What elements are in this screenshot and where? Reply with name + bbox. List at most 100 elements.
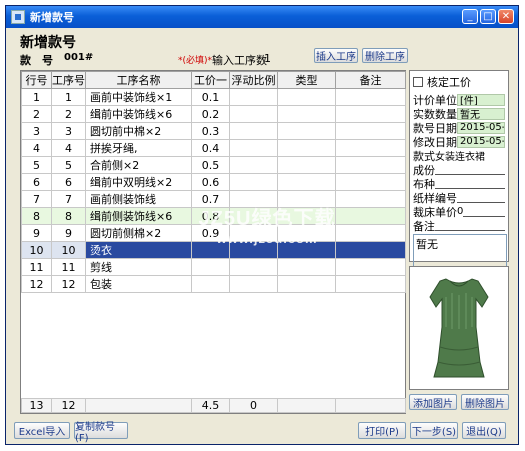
process-number[interactable]: 12 xyxy=(51,275,86,293)
col-header[interactable]: 浮动比例 xyxy=(229,71,278,89)
process-number[interactable]: 11 xyxy=(51,258,86,276)
process-price[interactable]: 0.6 xyxy=(191,173,230,191)
process-price[interactable]: 0.4 xyxy=(191,139,230,157)
process-name[interactable]: 剪线 xyxy=(85,258,192,276)
process-type[interactable] xyxy=(277,139,336,157)
col-header[interactable]: 工序名称 xyxy=(85,71,192,89)
float-ratio[interactable] xyxy=(229,156,278,174)
process-number[interactable]: 1 xyxy=(51,88,86,106)
unit-field[interactable]: [件] xyxy=(457,93,505,106)
product-photo xyxy=(409,266,509,390)
modify-date-field[interactable]: 2015-05-21 xyxy=(457,135,505,148)
table-row[interactable]: 11 11 剪线 xyxy=(21,258,406,276)
table-row[interactable]: 2 2 缉前中装饰线×6 0.2 xyxy=(21,105,406,123)
excel-import-button[interactable]: Excel导入 xyxy=(14,422,70,439)
float-ratio[interactable] xyxy=(229,122,278,140)
float-ratio[interactable] xyxy=(229,88,278,106)
print-button[interactable]: 打印(P) xyxy=(358,422,406,439)
col-header[interactable]: 类型 xyxy=(277,71,336,89)
process-note[interactable] xyxy=(335,88,406,106)
process-type[interactable] xyxy=(277,258,336,276)
process-name[interactable]: 烫衣 xyxy=(85,241,192,259)
process-note[interactable] xyxy=(335,258,406,276)
copy-style-button[interactable]: 复制款号(F) xyxy=(74,422,128,444)
process-note[interactable] xyxy=(335,156,406,174)
table-row[interactable]: 3 3 圆切前中棉×2 0.3 xyxy=(21,122,406,140)
process-note[interactable] xyxy=(335,122,406,140)
process-price[interactable]: 0.5 xyxy=(191,156,230,174)
process-name[interactable]: 画前侧装饰线 xyxy=(85,190,192,208)
process-name[interactable]: 画前中装饰线×1 xyxy=(85,88,192,106)
process-type[interactable] xyxy=(277,88,336,106)
process-number[interactable]: 10 xyxy=(51,241,86,259)
approved-price-checkbox[interactable] xyxy=(413,77,423,87)
process-name[interactable]: 缉前中双明线×2 xyxy=(85,173,192,191)
process-type[interactable] xyxy=(277,173,336,191)
float-ratio[interactable] xyxy=(229,173,278,191)
process-number[interactable]: 5 xyxy=(51,156,86,174)
row-number: 7 xyxy=(21,190,52,208)
style-field[interactable]: 女装连衣裙 xyxy=(435,148,485,163)
process-name[interactable]: 圆切前侧棉×2 xyxy=(85,224,192,242)
style-code-value[interactable]: 001# xyxy=(64,52,93,63)
process-price[interactable] xyxy=(191,258,230,276)
process-number[interactable]: 9 xyxy=(51,224,86,242)
process-number[interactable]: 7 xyxy=(51,190,86,208)
float-ratio[interactable] xyxy=(229,139,278,157)
process-name[interactable]: 缉前侧装饰线×6 xyxy=(85,207,192,225)
float-ratio[interactable] xyxy=(229,105,278,123)
process-name[interactable]: 合前侧×2 xyxy=(85,156,192,174)
process-type[interactable] xyxy=(277,105,336,123)
process-number[interactable]: 2 xyxy=(51,105,86,123)
process-type[interactable] xyxy=(277,156,336,174)
title-bar[interactable]: 新增款号 _ □ ✕ xyxy=(6,6,518,28)
composition-field[interactable] xyxy=(435,164,505,175)
process-number[interactable]: 6 xyxy=(51,173,86,191)
insert-process-button[interactable]: 插入工序 xyxy=(314,48,358,63)
process-type[interactable] xyxy=(277,275,336,293)
style-date-field[interactable]: 2015-05-21 xyxy=(457,121,505,134)
exit-button[interactable]: 退出(Q) xyxy=(462,422,506,439)
col-header[interactable]: 工价一 xyxy=(191,71,230,89)
table-row[interactable]: 5 5 合前侧×2 0.5 xyxy=(21,156,406,174)
table-row[interactable]: 6 6 缉前中双明线×2 0.6 xyxy=(21,173,406,191)
table-row[interactable]: 1 1 画前中装饰线×1 0.1 xyxy=(21,88,406,106)
next-step-button[interactable]: 下一步(S) xyxy=(410,422,458,439)
col-header[interactable]: 备注 xyxy=(335,71,406,89)
fabric-field[interactable] xyxy=(435,178,505,189)
delete-photo-button[interactable]: 删除图片 xyxy=(461,394,509,410)
float-ratio[interactable] xyxy=(229,258,278,276)
add-photo-button[interactable]: 添加图片 xyxy=(409,394,457,410)
process-name[interactable]: 包装 xyxy=(85,275,192,293)
table-row[interactable]: 12 12 包装 xyxy=(21,275,406,293)
process-number[interactable]: 3 xyxy=(51,122,86,140)
process-note[interactable] xyxy=(335,173,406,191)
process-name[interactable]: 拼挨牙绳, xyxy=(85,139,192,157)
minimize-icon[interactable]: _ xyxy=(462,9,478,24)
process-note[interactable] xyxy=(335,139,406,157)
col-header[interactable]: 工序号 xyxy=(51,71,86,89)
process-name[interactable]: 缉前中装饰线×6 xyxy=(85,105,192,123)
process-number[interactable]: 4 xyxy=(51,139,86,157)
qty-field[interactable]: 暂无 xyxy=(457,107,505,120)
approved-price-checkbox-row[interactable]: 核定工价 xyxy=(413,74,505,90)
delete-process-button[interactable]: 删除工序 xyxy=(362,48,408,63)
table-row[interactable]: 4 4 拼挨牙绳, 0.4 xyxy=(21,139,406,157)
process-name[interactable]: 圆切前中棉×2 xyxy=(85,122,192,140)
process-price[interactable]: 0.1 xyxy=(191,88,230,106)
process-note[interactable] xyxy=(335,105,406,123)
maximize-icon[interactable]: □ xyxy=(480,9,496,24)
process-type[interactable] xyxy=(277,122,336,140)
float-ratio[interactable] xyxy=(229,275,278,293)
process-number[interactable]: 8 xyxy=(51,207,86,225)
footer-row-number: 13 xyxy=(21,398,52,413)
process-price[interactable]: 0.2 xyxy=(191,105,230,123)
col-header[interactable]: 行号 xyxy=(21,71,52,89)
close-icon[interactable]: ✕ xyxy=(498,9,514,24)
pattern-number-field[interactable] xyxy=(457,192,505,203)
row-number: 5 xyxy=(21,156,52,174)
process-count-input[interactable]: 1 xyxy=(264,52,271,65)
process-price[interactable] xyxy=(191,275,230,293)
process-note[interactable] xyxy=(335,275,406,293)
process-price[interactable]: 0.3 xyxy=(191,122,230,140)
